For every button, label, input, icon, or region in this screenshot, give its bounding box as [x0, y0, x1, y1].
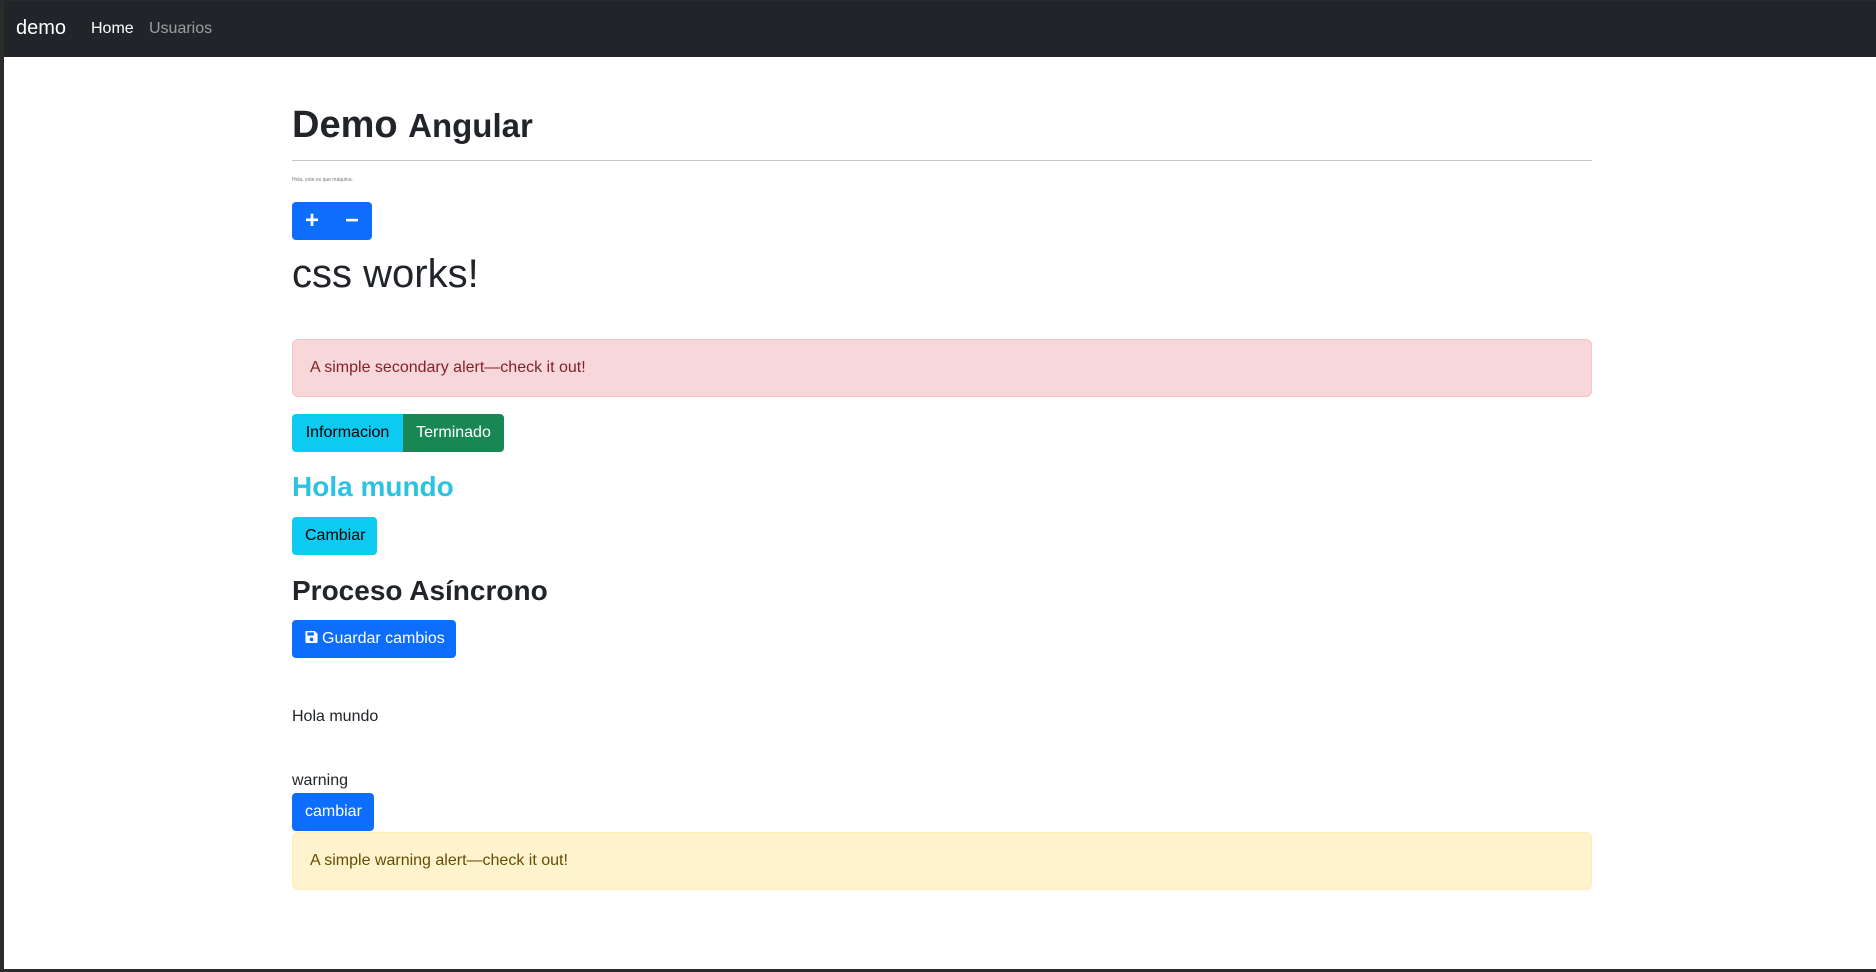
secondary-alert-text: A simple secondary alert—check it out!: [310, 359, 586, 376]
terminado-button[interactable]: Terminado: [403, 414, 504, 452]
decrement-button[interactable]: −: [332, 202, 372, 240]
hola-mundo-heading: Hola mundo: [292, 471, 454, 502]
browser-viewport: demo Home Usuarios Demo Angular Hola, es…: [4, 1, 1876, 969]
cambiar-button[interactable]: Cambiar: [292, 517, 377, 555]
secondary-alert: A simple secondary alert—check it out!: [292, 339, 1592, 397]
warning-text: warning: [292, 772, 349, 789]
guardar-cambios-label: Guardar cambios: [322, 630, 445, 647]
css-works-heading: css works!: [292, 252, 479, 296]
save-icon: [305, 630, 318, 644]
hola-mundo-text: Hola mundo: [292, 708, 379, 725]
nav-link-usuarios[interactable]: Usuarios: [149, 20, 212, 38]
informacion-button[interactable]: Informacion: [292, 414, 403, 452]
navbar-brand[interactable]: demo: [16, 17, 66, 40]
cambiar-alert-button[interactable]: cambiar: [292, 793, 374, 831]
page-title: Demo Angular: [292, 103, 533, 148]
increment-button[interactable]: +: [292, 202, 332, 240]
warning-alert-text: A simple warning alert—check it out!: [310, 852, 568, 869]
nav-link-home[interactable]: Home: [91, 20, 134, 38]
proceso-asincrono-heading: Proceso Asíncrono: [292, 575, 548, 606]
warning-alert: A simple warning alert—check it out!: [292, 832, 1592, 890]
page-title-sub: Angular: [408, 107, 533, 144]
tiny-text: Hola, este es que máquina.: [292, 177, 353, 183]
page-title-main: Demo: [292, 104, 398, 146]
title-divider: [292, 160, 1592, 161]
navbar: demo Home Usuarios: [4, 1, 1876, 57]
guardar-cambios-button[interactable]: Guardar cambios: [292, 620, 456, 658]
